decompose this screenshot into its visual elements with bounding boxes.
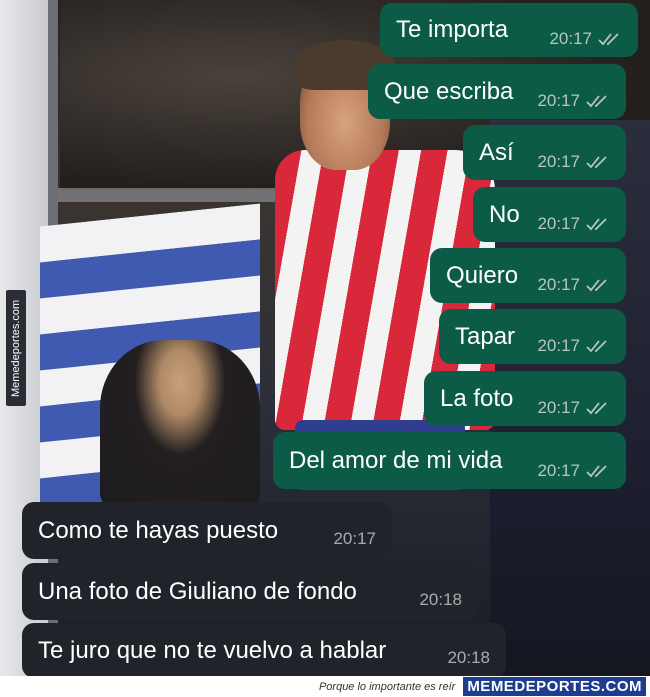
double-check-icon xyxy=(586,464,607,477)
message-text: Una foto de Giuliano de fondo xyxy=(38,577,357,605)
message-text: La foto xyxy=(440,384,514,412)
outgoing-message[interactable]: Que escriba 20:17 xyxy=(368,64,626,119)
incoming-message[interactable]: Como te hayas puesto 20:17 xyxy=(22,502,392,559)
message-text: Quiero xyxy=(446,261,519,289)
message-time: 20:17 xyxy=(549,29,592,48)
footer-tagline: Porque lo importante es reír xyxy=(318,680,456,693)
outgoing-message[interactable]: La foto 20:17 xyxy=(424,371,626,426)
footer-banner: Porque lo importante es reír MEMEDEPORTE… xyxy=(0,676,650,697)
message-text: No xyxy=(489,200,520,228)
message-time: 20:17 xyxy=(537,214,580,233)
message-text: Te juro que no te vuelvo a hablar xyxy=(38,636,387,664)
spectator xyxy=(100,340,260,510)
double-check-icon xyxy=(586,401,607,414)
double-check-icon xyxy=(586,339,607,352)
message-time: 20:17 xyxy=(537,152,580,171)
message-text: Te importa xyxy=(396,16,509,43)
message-time: 20:18 xyxy=(447,648,490,667)
message-time: 20:17 xyxy=(537,398,580,417)
outgoing-message[interactable]: Quiero 20:17 xyxy=(430,248,626,303)
message-time: 20:17 xyxy=(537,336,580,355)
message-time: 20:18 xyxy=(419,590,462,609)
message-text: Así xyxy=(479,138,514,166)
message-text: Tapar xyxy=(455,322,516,350)
message-time: 20:17 xyxy=(333,529,376,548)
double-check-icon xyxy=(586,94,607,107)
outgoing-message[interactable]: Del amor de mi vida 20:17 xyxy=(273,432,626,489)
message-time: 20:17 xyxy=(537,91,580,110)
message-text: Que escriba xyxy=(384,77,514,105)
brand-logo[interactable]: MEMEDEPORTES.COM xyxy=(463,677,646,696)
double-check-icon xyxy=(586,278,607,291)
incoming-message[interactable]: Una foto de Giuliano de fondo 20:18 xyxy=(22,563,478,620)
double-check-icon xyxy=(598,32,619,45)
double-check-icon xyxy=(586,155,607,168)
message-text: Del amor de mi vida xyxy=(289,446,503,474)
outgoing-message[interactable]: Te importa 20:17 xyxy=(380,3,638,57)
outgoing-message[interactable]: Tapar 20:17 xyxy=(439,309,626,364)
incoming-message[interactable]: Te juro que no te vuelvo a hablar 20:18 xyxy=(22,623,506,678)
double-check-icon xyxy=(586,217,607,230)
side-watermark: Memedeportes.com xyxy=(6,290,26,406)
message-time: 20:17 xyxy=(537,461,580,480)
message-time: 20:17 xyxy=(537,275,580,294)
message-text: Como te hayas puesto xyxy=(38,516,279,544)
outgoing-message[interactable]: No 20:17 xyxy=(473,187,626,242)
outgoing-message[interactable]: Así 20:17 xyxy=(463,125,626,180)
